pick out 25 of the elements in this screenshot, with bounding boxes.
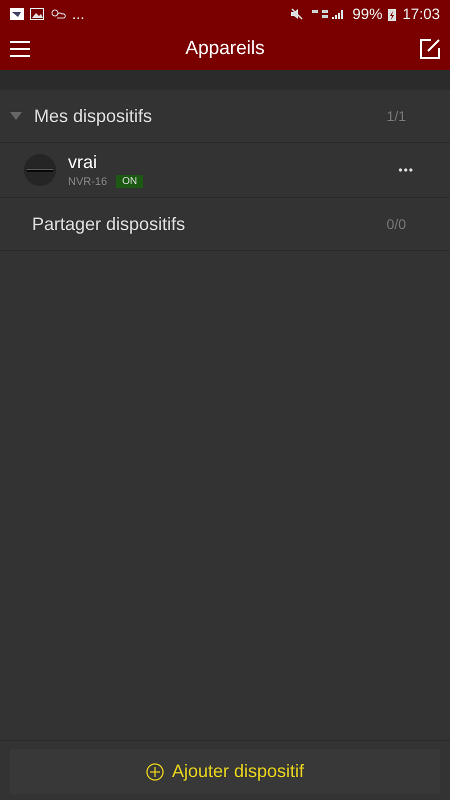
- mute-icon: [290, 8, 304, 20]
- clock: 17:03: [402, 6, 440, 22]
- more-button[interactable]: •••: [392, 162, 420, 178]
- device-name: vrai: [68, 152, 98, 173]
- device-model: NVR-16: [68, 176, 108, 188]
- weather-icon: [50, 8, 66, 20]
- page-title: Appareils: [184, 38, 266, 60]
- group-title: Partager dispositifs: [32, 214, 186, 234]
- edit-button[interactable]: [420, 39, 440, 59]
- menu-button[interactable]: [10, 41, 30, 57]
- group-count: 0/0: [386, 216, 406, 232]
- group-title: Mes dispositifs: [34, 106, 154, 126]
- group-header[interactable]: Partager dispositifs 0/0: [0, 198, 450, 251]
- device-row[interactable]: vrai NVR-16 ON •••: [0, 143, 450, 198]
- battery-percent: 99%: [352, 6, 382, 22]
- battery-charging-icon: [388, 8, 396, 20]
- notification-icon: [10, 8, 24, 20]
- add-icon: [146, 762, 164, 780]
- more-notifications: ...: [72, 6, 85, 22]
- add-device-button[interactable]: Ajouter dispositif: [10, 749, 440, 794]
- group-header[interactable]: Mes dispositifs 1/1: [0, 90, 450, 143]
- image-icon: [30, 8, 44, 20]
- group-count: 1/1: [386, 108, 406, 124]
- recorder-icon: [24, 154, 56, 186]
- status-badge: ON: [116, 175, 144, 188]
